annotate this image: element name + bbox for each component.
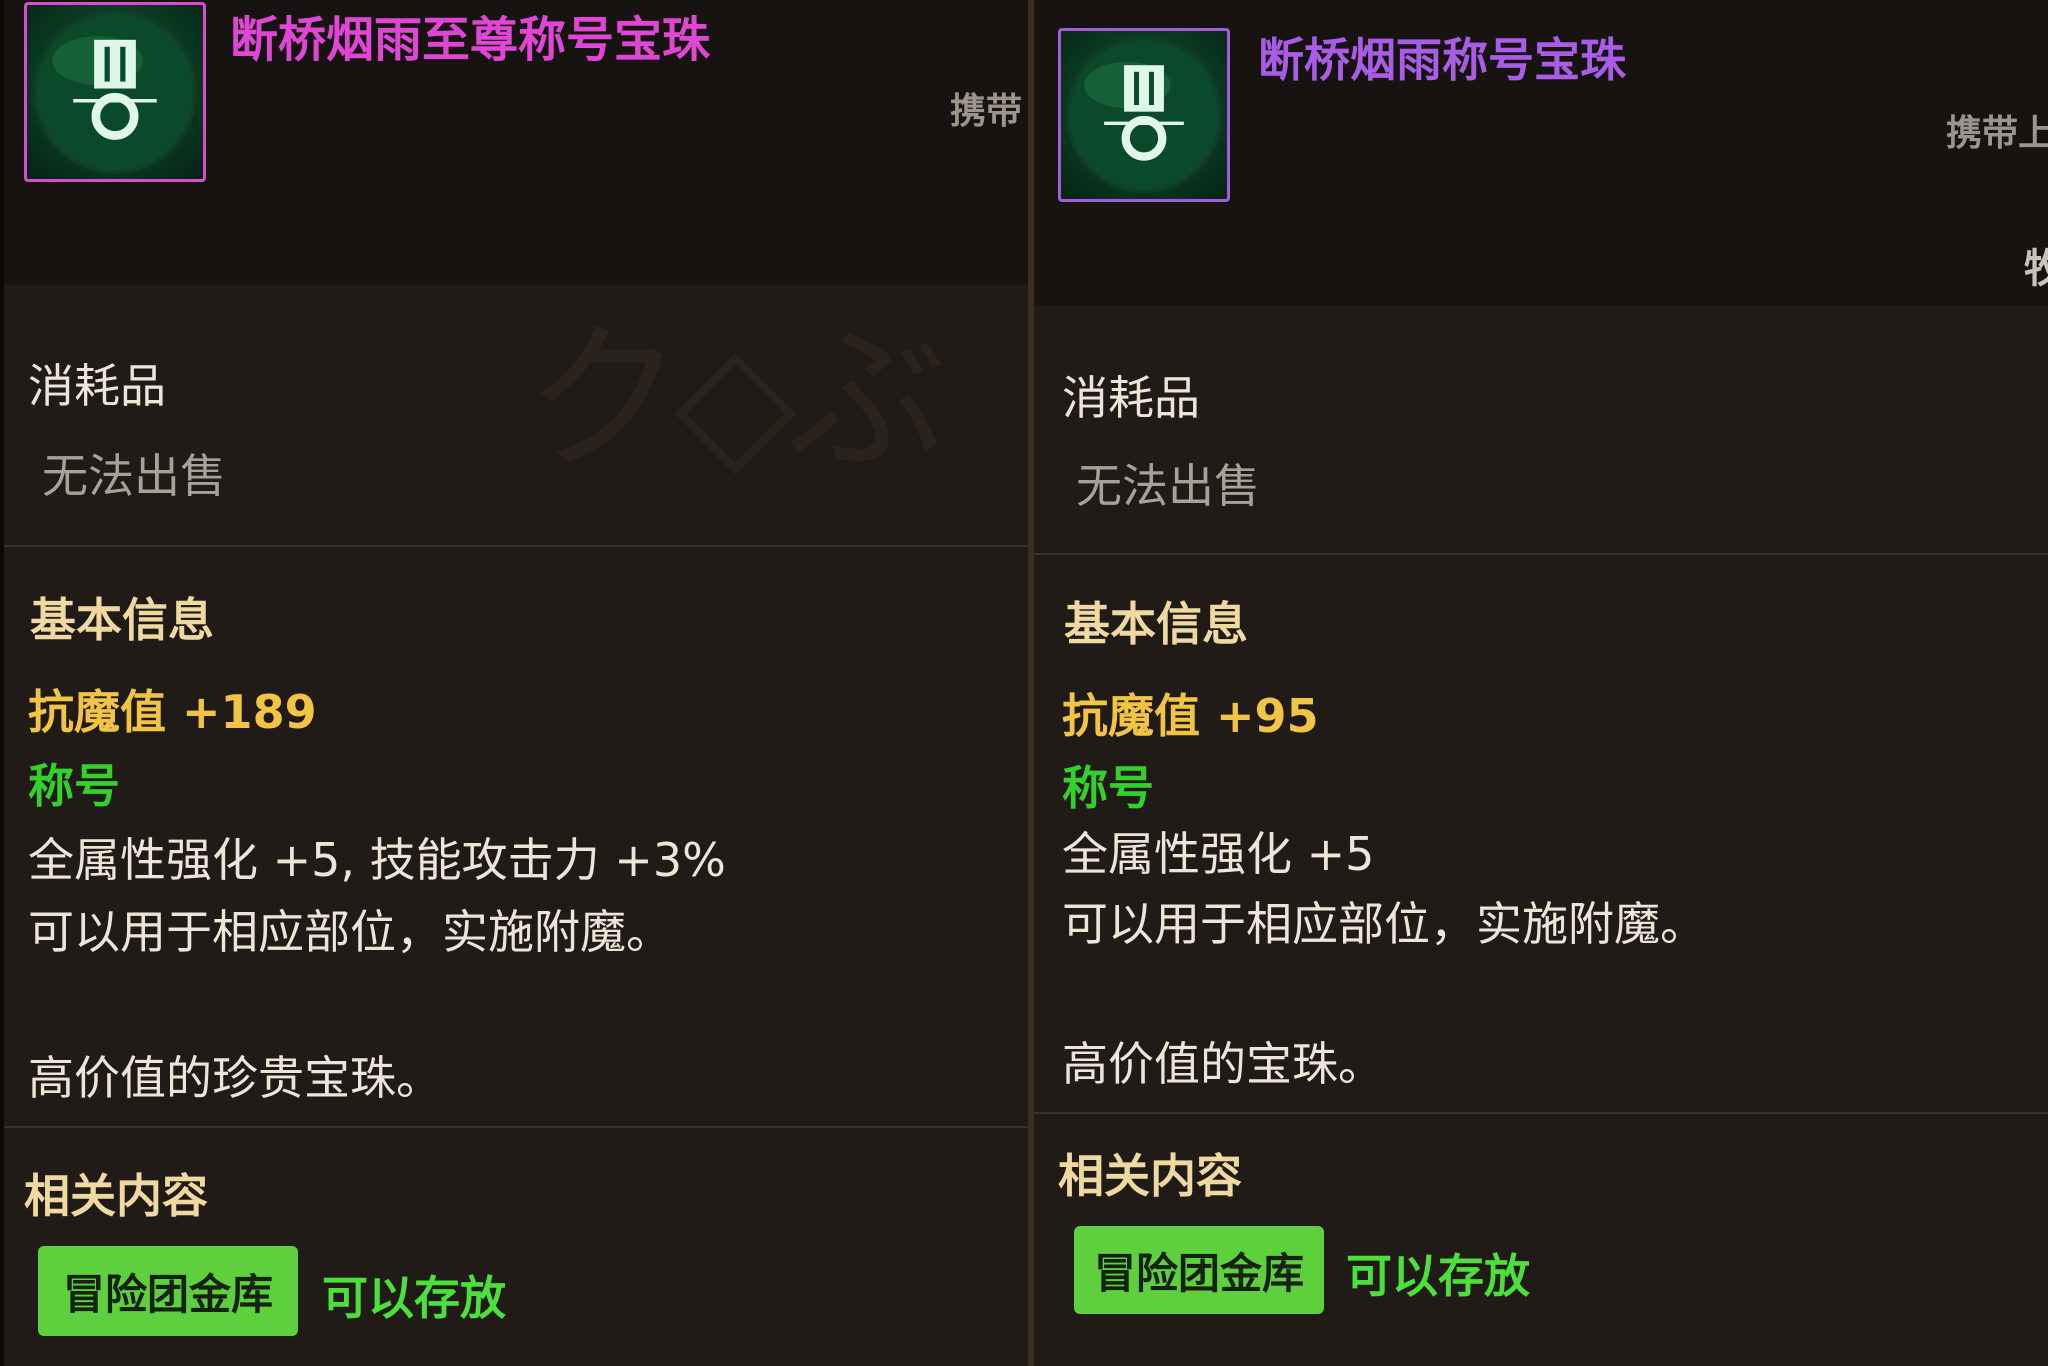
flavor-text: 高价值的珍贵宝珠。 bbox=[28, 1051, 442, 1105]
divider bbox=[1034, 553, 2048, 555]
effect-text: 全属性强化 +5 bbox=[1062, 827, 1375, 881]
divider bbox=[4, 545, 1028, 547]
sell-status: 无法出售 bbox=[42, 449, 226, 503]
partial-label: 牧 bbox=[2024, 236, 2048, 294]
item-category: 消耗品 bbox=[1062, 371, 1200, 425]
usage-text: 可以用于相应部位，实施附魔。 bbox=[28, 905, 672, 959]
title-type-label: 称号 bbox=[28, 759, 120, 813]
carry-label: 携带上 bbox=[1946, 113, 2048, 154]
item-category: 消耗品 bbox=[28, 359, 166, 413]
magic-resist-stat: 抗魔值 +189 bbox=[28, 685, 317, 739]
title-orb-icon[interactable] bbox=[24, 2, 206, 182]
storable-status: 可以存放 bbox=[1346, 1249, 1530, 1303]
related-content-header: 相关内容 bbox=[24, 1169, 208, 1223]
medal-orb-graphic bbox=[1065, 36, 1223, 194]
storable-status: 可以存放 bbox=[322, 1271, 506, 1325]
item-tooltip-left: ク◇ぶ 断桥烟雨至尊称号宝珠 携带 消耗品 无法出售 基本信息 抗魔值 +189… bbox=[0, 0, 1028, 1366]
item-name: 断桥烟雨至尊称号宝珠 bbox=[230, 12, 711, 68]
flavor-text: 高价值的宝珠。 bbox=[1062, 1037, 1384, 1091]
magic-resist-stat: 抗魔值 +95 bbox=[1062, 689, 1319, 743]
sell-status: 无法出售 bbox=[1076, 459, 1260, 513]
title-type-label: 称号 bbox=[1062, 761, 1154, 815]
related-content-header: 相关内容 bbox=[1058, 1149, 1242, 1203]
background-watermark: ク◇ぶ bbox=[524, 306, 947, 493]
divider bbox=[1034, 1112, 2048, 1114]
usage-text: 可以用于相应部位，实施附魔。 bbox=[1062, 897, 1706, 951]
carry-label: 携带 bbox=[950, 91, 1023, 132]
item-name: 断桥烟雨称号宝珠 bbox=[1258, 33, 1626, 87]
item-tooltip-right: 断桥烟雨称号宝珠 携带上 牧 消耗品 无法出售 基本信息 抗魔值 +95 称号 … bbox=[1028, 0, 2048, 1366]
title-orb-icon[interactable] bbox=[1058, 28, 1230, 202]
medal-orb-graphic bbox=[33, 10, 197, 174]
divider bbox=[4, 1126, 1028, 1128]
adventure-vault-button[interactable]: 冒险团金库 bbox=[38, 1246, 298, 1336]
basic-info-header: 基本信息 bbox=[1064, 597, 1248, 651]
effect-text: 全属性强化 +5, 技能攻击力 +3% bbox=[28, 833, 726, 887]
adventure-vault-button[interactable]: 冒险团金库 bbox=[1074, 1226, 1324, 1314]
basic-info-header: 基本信息 bbox=[30, 593, 214, 647]
